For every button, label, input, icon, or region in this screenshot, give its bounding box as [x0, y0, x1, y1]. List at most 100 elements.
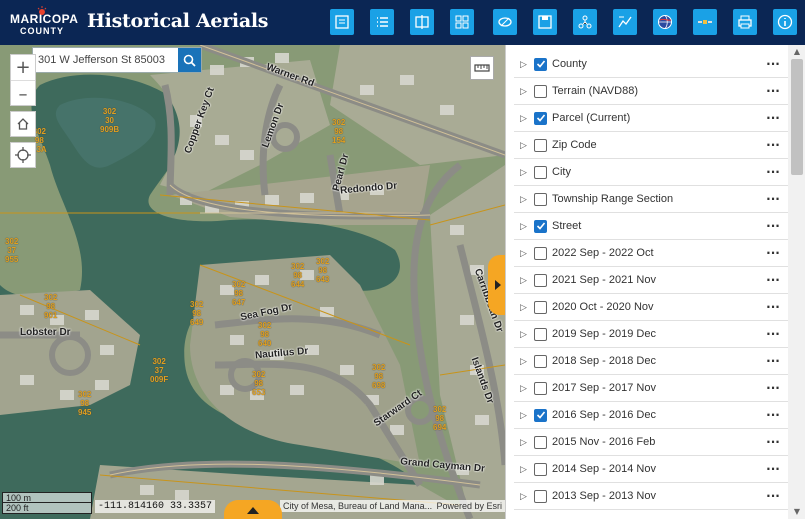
layer-options-icon[interactable]: ···	[758, 84, 788, 98]
parcel-label: 302 37 009F	[150, 357, 169, 384]
layer-item[interactable]: ▷ Township Range Section ···	[514, 186, 788, 213]
layer-options-icon[interactable]: ···	[758, 219, 788, 233]
maricopa-county-logo[interactable]: MARICOPA COUNTY	[10, 6, 78, 40]
layer-options-icon[interactable]: ···	[758, 192, 788, 206]
layer-options-icon[interactable]: ···	[758, 111, 788, 125]
layer-checkbox[interactable]	[534, 273, 547, 287]
search-button[interactable]	[178, 48, 201, 72]
layer-item[interactable]: ▷ 2019 Sep - 2019 Dec ···	[514, 321, 788, 348]
expand-caret-icon[interactable]: ▷	[520, 383, 534, 394]
parcel-label: 302 98 901	[44, 293, 58, 320]
layer-item[interactable]: ▷ 2016 Sep - 2016 Dec ···	[514, 402, 788, 429]
expand-caret-icon[interactable]: ▷	[520, 302, 534, 313]
layer-options-icon[interactable]: ···	[758, 354, 788, 368]
layer-checkbox[interactable]	[534, 327, 547, 341]
globe-button[interactable]	[653, 9, 677, 35]
layer-checkbox[interactable]	[534, 489, 547, 503]
layer-options-icon[interactable]: ···	[758, 300, 788, 314]
satellite-button[interactable]	[693, 9, 717, 35]
layer-item[interactable]: ▷ County ···	[514, 51, 788, 78]
save-button[interactable]	[533, 9, 557, 35]
bottom-panel-toggle[interactable]	[224, 500, 282, 519]
layer-item[interactable]: ▷ 2020 Oct - 2020 Nov ···	[514, 294, 788, 321]
swipe-button[interactable]	[410, 9, 434, 35]
list-icon	[377, 17, 388, 27]
layer-checkbox[interactable]	[534, 462, 547, 476]
layer-options-icon[interactable]: ···	[758, 489, 788, 503]
layer-options-icon[interactable]: ···	[758, 327, 788, 341]
layer-checkbox[interactable]	[534, 165, 547, 179]
edit-map-button[interactable]	[613, 9, 637, 35]
layer-checkbox[interactable]	[534, 192, 547, 206]
layer-checkbox[interactable]	[534, 138, 547, 152]
zoom-in-button[interactable]: +	[11, 55, 35, 81]
expand-caret-icon[interactable]: ▷	[520, 86, 534, 97]
layer-checkbox[interactable]	[534, 300, 547, 314]
layer-checkbox[interactable]	[534, 435, 547, 449]
print-button[interactable]	[733, 9, 757, 35]
layer-item[interactable]: ▷ 2022 Sep - 2022 Oct ···	[514, 240, 788, 267]
scroll-down-icon[interactable]: ▼	[788, 505, 805, 519]
layer-item[interactable]: ▷ Parcel (Current) ···	[514, 105, 788, 132]
layer-list-button[interactable]	[330, 9, 354, 35]
expand-caret-icon[interactable]: ▷	[520, 491, 534, 502]
expand-caret-icon[interactable]: ▷	[520, 248, 534, 259]
layer-item[interactable]: ▷ 2015 Nov - 2016 Feb ···	[514, 429, 788, 456]
expand-caret-icon[interactable]: ▷	[520, 140, 534, 151]
panel-collapse-toggle[interactable]	[488, 255, 505, 315]
home-button[interactable]	[10, 111, 36, 137]
layer-item[interactable]: ▷ 2017 Sep - 2017 Nov ···	[514, 375, 788, 402]
layer-item[interactable]: ▷ Zip Code ···	[514, 132, 788, 159]
measure-button[interactable]	[470, 56, 494, 80]
layer-options-icon[interactable]: ···	[758, 57, 788, 71]
layer-checkbox[interactable]	[534, 354, 547, 368]
scroll-up-icon[interactable]: ▲	[788, 45, 805, 59]
layer-options-icon[interactable]: ···	[758, 138, 788, 152]
expand-caret-icon[interactable]: ▷	[520, 194, 534, 205]
expand-caret-icon[interactable]: ▷	[520, 356, 534, 367]
layer-options-icon[interactable]: ···	[758, 381, 788, 395]
layer-item[interactable]: ▷ City ···	[514, 159, 788, 186]
expand-caret-icon[interactable]: ▷	[520, 167, 534, 178]
expand-caret-icon[interactable]: ▷	[520, 113, 534, 124]
expand-caret-icon[interactable]: ▷	[520, 464, 534, 475]
expand-caret-icon[interactable]: ▷	[520, 329, 534, 340]
layer-options-icon[interactable]: ···	[758, 273, 788, 287]
layer-checkbox[interactable]	[534, 246, 547, 260]
layer-item[interactable]: ▷ 2021 Sep - 2021 Nov ···	[514, 267, 788, 294]
layer-item[interactable]: ▷ Terrain (NAVD88) ···	[514, 78, 788, 105]
locate-button[interactable]	[10, 142, 36, 168]
scroll-thumb[interactable]	[791, 59, 803, 175]
attribution-sources: City of Mesa, Bureau of Land Mana...	[283, 501, 433, 511]
expand-caret-icon[interactable]: ▷	[520, 275, 534, 286]
layer-options-icon[interactable]: ···	[758, 165, 788, 179]
expand-caret-icon[interactable]: ▷	[520, 410, 534, 421]
layer-options-icon[interactable]: ···	[758, 435, 788, 449]
draw-button[interactable]	[493, 9, 517, 35]
layer-options-icon[interactable]: ···	[758, 408, 788, 422]
layer-item[interactable]: ▷ 2013 Sep - 2013 Nov ···	[514, 483, 788, 510]
layer-checkbox[interactable]	[534, 111, 547, 125]
expand-caret-icon[interactable]: ▷	[520, 59, 534, 70]
network-button[interactable]	[573, 9, 597, 35]
address-search-input[interactable]	[33, 48, 178, 72]
layer-item[interactable]: ▷ 2018 Sep - 2018 Dec ···	[514, 348, 788, 375]
layer-checkbox[interactable]	[534, 219, 547, 233]
info-button[interactable]	[773, 9, 797, 35]
layer-checkbox[interactable]	[534, 57, 547, 71]
layer-options-icon[interactable]: ···	[758, 246, 788, 260]
panel-scrollbar[interactable]: ▲ ▼	[788, 45, 805, 519]
map-view[interactable]: Warner Rd Copper Key Ct Lemon Dr Pearl D…	[0, 45, 505, 519]
layer-options-icon[interactable]: ···	[758, 462, 788, 476]
layer-checkbox[interactable]	[534, 84, 547, 98]
list-button[interactable]	[370, 9, 394, 35]
expand-caret-icon[interactable]: ▷	[520, 437, 534, 448]
powered-by-esri[interactable]: Powered by Esri	[436, 501, 502, 511]
expand-caret-icon[interactable]: ▷	[520, 221, 534, 232]
layer-checkbox[interactable]	[534, 408, 547, 422]
layer-item[interactable]: ▷ 2014 Sep - 2014 Nov ···	[514, 456, 788, 483]
zoom-out-button[interactable]: –	[11, 81, 35, 107]
layer-checkbox[interactable]	[534, 381, 547, 395]
layer-item[interactable]: ▷ Street ···	[514, 213, 788, 240]
basemap-gallery-button[interactable]	[450, 9, 474, 35]
